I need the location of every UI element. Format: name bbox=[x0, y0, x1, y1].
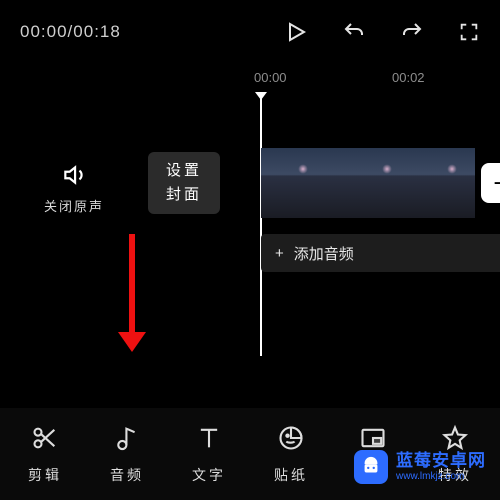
add-clip-button[interactable]: + bbox=[481, 163, 500, 203]
speaker-icon bbox=[28, 162, 120, 188]
tab-label: 剪辑 bbox=[28, 465, 62, 485]
plus-icon: + bbox=[275, 245, 284, 262]
watermark-url: www.lmkjz.com bbox=[396, 471, 486, 482]
music-note-icon bbox=[113, 424, 141, 457]
add-audio-label: 添加音频 bbox=[294, 243, 354, 264]
current-time: 00:00 bbox=[20, 22, 68, 41]
timeline[interactable]: 关闭原声 设置 封面 + + 添加音频 bbox=[0, 98, 500, 358]
tab-audio[interactable]: 音频 bbox=[91, 424, 163, 485]
time-ruler[interactable]: 00:00 00:02 bbox=[0, 64, 500, 98]
timecode-display: 00:00/00:18 bbox=[20, 22, 121, 42]
fullscreen-button[interactable] bbox=[458, 21, 480, 43]
play-button[interactable] bbox=[284, 20, 308, 44]
video-editor-screen: 00:00/00:18 00:00 00:02 关闭原声 bbox=[0, 0, 500, 500]
ruler-tick: 00:00 bbox=[254, 70, 287, 85]
video-track[interactable]: + bbox=[261, 148, 500, 218]
tab-sticker[interactable]: 贴纸 bbox=[255, 424, 327, 485]
plus-icon: + bbox=[493, 168, 500, 199]
tab-edit[interactable]: 剪辑 bbox=[9, 424, 81, 485]
redo-button[interactable] bbox=[400, 20, 424, 44]
tutorial-arrow bbox=[118, 234, 146, 352]
scissors-icon bbox=[31, 424, 59, 457]
clip-thumbnail[interactable] bbox=[429, 148, 475, 218]
cover-line2: 封面 bbox=[166, 183, 202, 207]
watermark-name: 蓝莓安卓网 bbox=[396, 452, 486, 471]
tab-label: 文字 bbox=[192, 465, 226, 485]
clip-thumbnail[interactable] bbox=[261, 148, 345, 218]
cover-line1: 设置 bbox=[166, 159, 202, 183]
set-cover-button[interactable]: 设置 封面 bbox=[148, 152, 220, 214]
text-icon bbox=[195, 424, 223, 457]
tab-label: 音频 bbox=[110, 465, 144, 485]
watermark: 蓝莓安卓网 www.lmkjz.com bbox=[354, 450, 486, 484]
clip-thumbnail[interactable] bbox=[345, 148, 429, 218]
undo-button[interactable] bbox=[342, 20, 366, 44]
tab-text[interactable]: 文字 bbox=[173, 424, 245, 485]
ruler-tick: 00:02 bbox=[392, 70, 425, 85]
watermark-logo-icon bbox=[354, 450, 388, 484]
tab-label: 贴纸 bbox=[274, 465, 308, 485]
mute-label: 关闭原声 bbox=[28, 196, 120, 215]
add-audio-button[interactable]: + 添加音频 bbox=[261, 234, 500, 272]
sticker-icon bbox=[277, 424, 305, 457]
top-bar: 00:00/00:18 bbox=[0, 0, 500, 64]
mute-original-control[interactable]: 关闭原声 bbox=[28, 162, 120, 215]
playhead[interactable] bbox=[260, 96, 262, 356]
total-time: 00:18 bbox=[73, 22, 121, 41]
playback-controls bbox=[284, 20, 480, 44]
